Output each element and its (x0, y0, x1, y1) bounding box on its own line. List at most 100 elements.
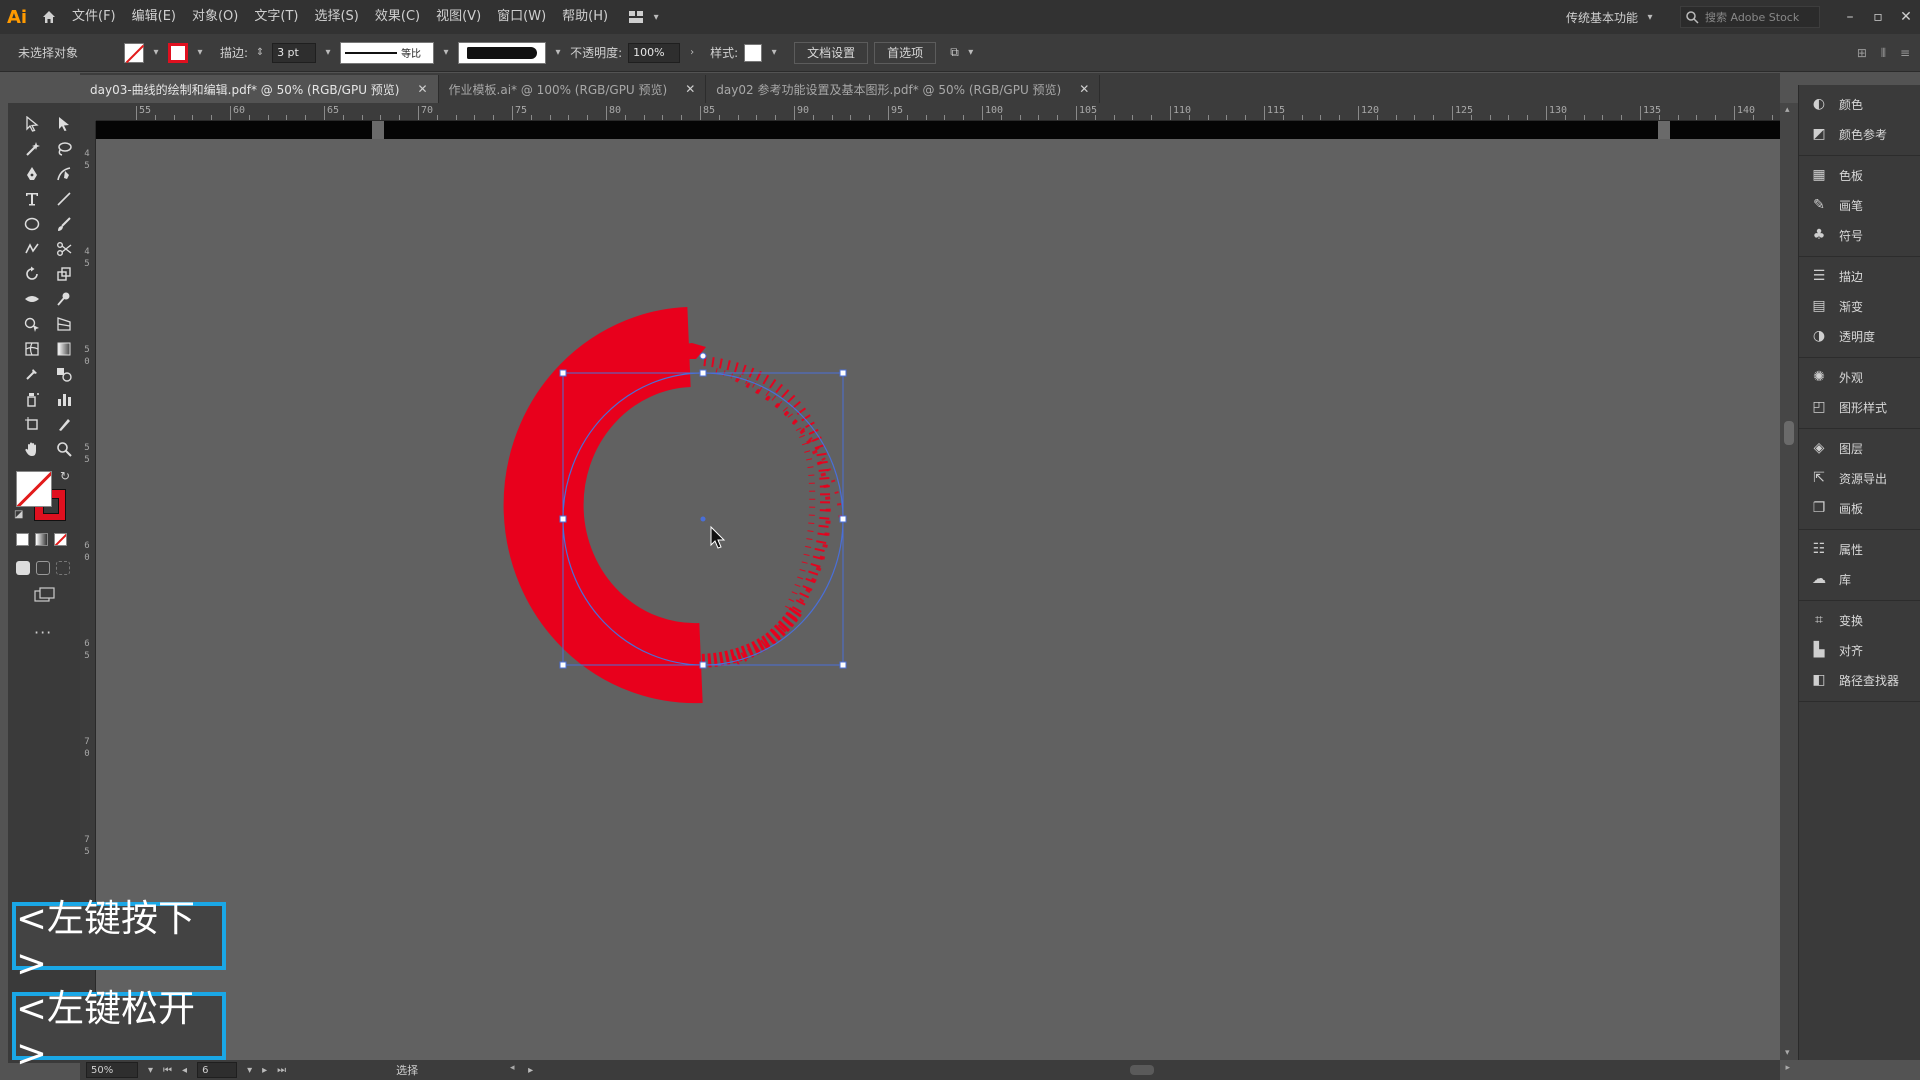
stock-search-input[interactable]: 搜索 Adobe Stock (1680, 6, 1820, 28)
line-segment-tool[interactable] (48, 186, 80, 211)
panel-properties[interactable]: ☷ 属性 (1799, 534, 1920, 564)
panel-asset-export[interactable]: ⇱ 资源导出 (1799, 463, 1920, 493)
handle-bottom-right[interactable] (839, 661, 847, 669)
rotate-tool[interactable] (16, 261, 48, 286)
chevron-down-icon[interactable]: ▾ (552, 47, 564, 58)
chevron-down-icon[interactable]: ▾ (768, 47, 780, 58)
workspace-switcher[interactable]: 传统基本功能 (1566, 9, 1638, 26)
scroll-down-icon[interactable]: ▾ (1785, 1048, 1790, 1058)
menu-file[interactable]: 文件(F) (64, 0, 124, 34)
blend-tool[interactable] (48, 361, 80, 386)
draw-behind-icon[interactable] (36, 561, 50, 575)
fill-swatch[interactable] (124, 42, 145, 63)
arrange-documents-button[interactable]: ▾ (628, 10, 662, 24)
stepper-icon[interactable]: ⇕ (254, 47, 266, 58)
panel-libraries[interactable]: ☁ 库 (1799, 564, 1920, 594)
scissors-tool[interactable] (48, 236, 80, 261)
panel-layers[interactable]: ◈ 图层 (1799, 433, 1920, 463)
panel-symbols[interactable]: ♣ 符号 (1799, 220, 1920, 250)
document-setup-button[interactable]: 文档设置 (794, 41, 869, 64)
panel-palette[interactable]: ◐ 颜色 (1799, 89, 1920, 119)
horizontal-scroll-thumb[interactable] (1130, 1065, 1154, 1075)
close-icon[interactable]: ✕ (685, 82, 695, 96)
width-tool[interactable] (16, 286, 48, 311)
perspective-grid-tool[interactable] (48, 311, 80, 336)
panel-artboards[interactable]: ❐ 画板 (1799, 493, 1920, 523)
handle-middle-right[interactable] (839, 515, 847, 523)
panel-swatches[interactable]: ▦ 色板 (1799, 160, 1920, 190)
lasso-tool[interactable] (48, 136, 80, 161)
panel-transparency[interactable]: ◑ 透明度 (1799, 321, 1920, 351)
menu-edit[interactable]: 编辑(E) (124, 0, 184, 34)
menu-type[interactable]: 文字(T) (246, 0, 306, 34)
pen-tool[interactable] (16, 161, 48, 186)
scroll-left-icon[interactable]: ◂ (510, 1063, 515, 1073)
chevron-down-icon[interactable]: ▾ (247, 1065, 252, 1076)
gradient-tool[interactable] (48, 336, 80, 361)
zoom-tool[interactable] (48, 436, 80, 461)
chevron-down-icon[interactable]: ▾ (194, 47, 206, 58)
close-icon[interactable]: ✕ (1079, 82, 1089, 96)
menu-icon[interactable]: ≡ (1900, 46, 1910, 60)
close-window-button[interactable]: ✕ (1892, 0, 1920, 34)
screen-mode-button[interactable] (34, 587, 56, 606)
chevron-down-icon[interactable]: ▾ (150, 47, 162, 58)
symbol-sprayer-tool[interactable] (16, 386, 48, 411)
brush-definition[interactable] (458, 41, 547, 64)
maximize-button[interactable]: ▫ (1864, 0, 1892, 34)
vertical-scrollbar[interactable]: ▴ ▾ (1780, 103, 1798, 1060)
align-options-icon[interactable]: ⧉ (950, 45, 959, 60)
last-artboard-icon[interactable]: ⏭ (277, 1065, 286, 1076)
handle-top-middle[interactable] (699, 369, 707, 377)
chevron-down-icon[interactable]: ▾ (322, 47, 334, 58)
swap-fill-stroke-icon[interactable]: ↻ (60, 469, 70, 483)
edit-toolbar-button[interactable]: ··· (34, 623, 52, 642)
rotate-handle[interactable] (699, 352, 707, 360)
stroke-swatch[interactable] (168, 42, 189, 63)
tab-day02[interactable]: day02 参考功能设置及基本图形.pdf* @ 50% (RGB/GPU 预览… (706, 75, 1101, 103)
panel-graphic-styles[interactable]: ◰ 图形样式 (1799, 392, 1920, 422)
handle-middle-left[interactable] (559, 515, 567, 523)
curvature-tool[interactable] (48, 161, 80, 186)
paintbrush-tool[interactable] (48, 211, 80, 236)
fill-color-indicator[interactable] (16, 471, 52, 507)
magic-wand-tool[interactable] (16, 136, 48, 161)
color-mode-button[interactable] (16, 533, 29, 546)
puppet-warp-tool[interactable] (48, 286, 80, 311)
shaper-tool[interactable] (16, 236, 48, 261)
scale-tool[interactable] (48, 261, 80, 286)
ruler-origin[interactable] (80, 103, 96, 121)
transform-icon[interactable]: ⊞ (1857, 46, 1867, 60)
slice-tool[interactable] (48, 411, 80, 436)
ellipse-tool[interactable] (16, 211, 48, 236)
handle-top-right[interactable] (839, 369, 847, 377)
default-colors-icon[interactable]: ◪ (14, 509, 23, 520)
stroke-weight-field[interactable]: 3 pt (272, 42, 317, 63)
panel-brush[interactable]: ✎ 画笔 (1799, 190, 1920, 220)
panel-transform[interactable]: ⌗ 变换 (1799, 605, 1920, 635)
chevron-right-icon[interactable]: › (686, 47, 698, 58)
fill-stroke-control[interactable]: ↻ ◪ (12, 467, 76, 523)
tab-homework-template[interactable]: 作业模板.ai* @ 100% (RGB/GPU 预览) ✕ (438, 75, 707, 103)
draw-normal-icon[interactable] (16, 561, 30, 575)
gradient-mode-button[interactable] (35, 533, 48, 546)
home-button[interactable] (34, 0, 64, 34)
panel-pathfinder[interactable]: ◧ 路径查找器 (1799, 665, 1920, 695)
panel-appearance[interactable]: ✺ 外观 (1799, 362, 1920, 392)
opacity-field[interactable]: 100% (628, 42, 681, 63)
chevron-down-icon[interactable]: ▾ (965, 47, 977, 58)
selection-tool[interactable] (16, 111, 48, 136)
direct-selection-tool[interactable] (48, 111, 80, 136)
vertical-scroll-thumb[interactable] (1784, 421, 1794, 445)
preferences-button[interactable]: 首选项 (874, 41, 937, 64)
eyedropper-tool[interactable] (16, 361, 48, 386)
tab-day03[interactable]: day03-曲线的绘制和编辑.pdf* @ 50% (RGB/GPU 预览) ✕ (80, 75, 439, 103)
none-mode-button[interactable] (54, 533, 67, 546)
menu-select[interactable]: 选择(S) (306, 0, 366, 34)
mesh-tool[interactable] (16, 336, 48, 361)
scroll-right-icon[interactable]: ▸ (1785, 1063, 1790, 1073)
next-artboard-icon[interactable]: ▸ (262, 1065, 267, 1076)
chevron-down-icon[interactable]: ▾ (440, 47, 452, 58)
canvas[interactable] (96, 121, 1780, 1061)
column-graph-tool[interactable] (48, 386, 80, 411)
